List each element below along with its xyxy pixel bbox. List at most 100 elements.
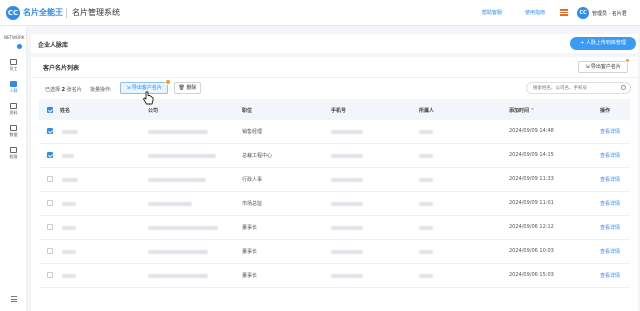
table-row[interactable]: 行政人事 2024/09/09 11:33 查看详情 (39, 168, 630, 192)
employee-icon (10, 59, 17, 65)
company-badge-icon (17, 44, 22, 49)
row-checkbox[interactable] (47, 272, 53, 278)
column-header-added-time[interactable]: 添加时间 (509, 107, 535, 114)
table-row[interactable]: 总裁工程中心 2024/09/09 14:15 查看详情 (39, 144, 630, 168)
sidebar-item-contacts[interactable]: 人脉 (0, 79, 27, 99)
search-input[interactable] (533, 85, 619, 92)
phone-redacted (331, 226, 363, 230)
delete-button[interactable]: 🗑 删除 (174, 82, 201, 94)
owner-redacted (419, 226, 433, 230)
view-details-link[interactable]: 查看详情 (600, 200, 620, 207)
sidebar-item-label: 数据 (9, 132, 18, 137)
upload-to-pool-button[interactable]: + 人脉上传到库管理 (570, 37, 636, 50)
row-checkbox[interactable] (47, 248, 53, 254)
help-link[interactable]: 帮助客服 (482, 9, 502, 16)
table-row[interactable]: 董事长 2024/09/06 10:03 查看详情 (39, 240, 630, 264)
sidebar-item-permissions[interactable]: 权限 (0, 145, 27, 165)
selection-suffix: 张名片 (66, 87, 82, 93)
row-checkbox[interactable] (47, 200, 53, 206)
row-checkbox[interactable] (47, 224, 53, 230)
column-header-action: 操作 (600, 108, 611, 114)
company-redacted (148, 202, 192, 206)
owner-redacted (419, 130, 433, 134)
position-cell: 市场总监 (242, 201, 263, 207)
row-checkbox[interactable] (47, 152, 53, 158)
sidebar-item-employee[interactable]: 员工 (0, 57, 27, 77)
row-checkbox[interactable] (47, 176, 53, 182)
delete-label: 删除 (186, 85, 197, 91)
search-input-wrapper[interactable] (526, 82, 631, 94)
view-details-link[interactable]: 查看详情 (600, 128, 620, 135)
avatar[interactable]: CC (577, 7, 589, 19)
notification-dot-icon (625, 58, 630, 63)
select-all-checkbox[interactable] (47, 107, 53, 113)
sidebar-item-materials[interactable]: 资料 (0, 101, 27, 121)
user-name[interactable]: 管理员 · 名片君 (592, 10, 627, 17)
sidebar: NETWORK 员工 人脉 资料 数据 权限 (0, 26, 27, 311)
table-row[interactable]: 市场总监 2024/09/09 11:01 查看详情 (39, 192, 630, 216)
position-cell: 董事长 (242, 249, 258, 255)
page-title: 企业人脉库 (38, 42, 69, 49)
time-cell: 2024/09/09 11:33 (509, 176, 554, 182)
company-redacted (148, 154, 216, 158)
name-redacted (62, 226, 76, 230)
name-redacted (62, 130, 78, 134)
owner-redacted (419, 202, 433, 206)
guide-link[interactable]: 使用指南 (525, 9, 545, 16)
phone-redacted (331, 274, 363, 278)
selection-prefix: 已选择 (45, 87, 61, 93)
position-cell: 销售经理 (242, 129, 263, 135)
divider (31, 77, 638, 78)
table-row[interactable]: 销售经理 2024/09/09 14:48 查看详情 (39, 120, 630, 144)
phone-redacted (331, 178, 363, 182)
export-cards-button[interactable]: ⇲ 导出客户名片 (578, 61, 628, 73)
selection-count: 2 (61, 87, 66, 93)
phone-redacted (331, 250, 363, 254)
time-cell: 2024/09/09 14:48 (509, 128, 554, 134)
sidebar-item-label: 资料 (9, 110, 18, 115)
view-details-link[interactable]: 查看详情 (600, 224, 620, 231)
brand-divider (66, 8, 67, 18)
company-redacted (148, 226, 218, 230)
position-cell: 总裁工程中心 (242, 153, 273, 159)
menu-grid-icon[interactable] (560, 9, 568, 16)
contacts-icon (10, 81, 17, 87)
sort-icon[interactable] (531, 108, 535, 113)
column-header-name[interactable]: 姓名 (60, 107, 70, 114)
position-cell: 董事长 (242, 273, 258, 279)
phone-redacted (331, 154, 363, 158)
company-redacted (148, 130, 208, 134)
notification-dot-icon (165, 79, 171, 85)
view-details-link[interactable]: 查看详情 (600, 176, 620, 183)
time-cell: 2024/09/06 10:03 (509, 248, 554, 254)
position-cell: 董事长 (242, 225, 258, 231)
customer-card-list: 客户名片列表 ⇲ 导出客户名片 已选择 2 张名片 批量操作: ⇲ 导出客户名片… (31, 57, 638, 311)
company-redacted (148, 274, 208, 278)
search-icon[interactable] (621, 85, 626, 90)
system-title: 名片管理系统 (72, 8, 120, 17)
name-redacted (62, 274, 76, 278)
table-row[interactable]: 董事长 2024/09/06 15:03 查看详情 (39, 264, 630, 288)
hamburger-menu-icon[interactable] (11, 296, 17, 304)
phone-redacted (331, 130, 363, 134)
lock-icon (10, 147, 17, 153)
brand-name: 名片全能王 (23, 8, 63, 17)
table-row[interactable]: 董事长 2024/09/06 12:12 查看详情 (39, 216, 630, 240)
export-cards-label: 导出客户名片 (590, 64, 621, 70)
column-header-company: 公司 (148, 108, 159, 114)
sidebar-item-data[interactable]: 数据 (0, 123, 27, 143)
row-checkbox[interactable] (47, 128, 53, 134)
owner-redacted (419, 154, 433, 158)
view-details-link[interactable]: 查看详情 (600, 152, 620, 159)
chart-icon (10, 125, 17, 131)
folder-icon (10, 103, 17, 109)
time-cell: 2024/09/09 14:15 (509, 152, 554, 158)
view-details-link[interactable]: 查看详情 (600, 272, 620, 279)
added-time-label: 添加时间 (509, 108, 530, 114)
owner-redacted (419, 250, 433, 254)
top-bar: CC 名片全能王 名片管理系统 帮助客服 使用指南 CC 管理员 · 名片君 (0, 0, 640, 26)
position-cell: 行政人事 (242, 177, 263, 183)
app-logo-icon: CC (6, 6, 20, 20)
column-header-position: 职位 (242, 108, 253, 114)
view-details-link[interactable]: 查看详情 (600, 248, 620, 255)
